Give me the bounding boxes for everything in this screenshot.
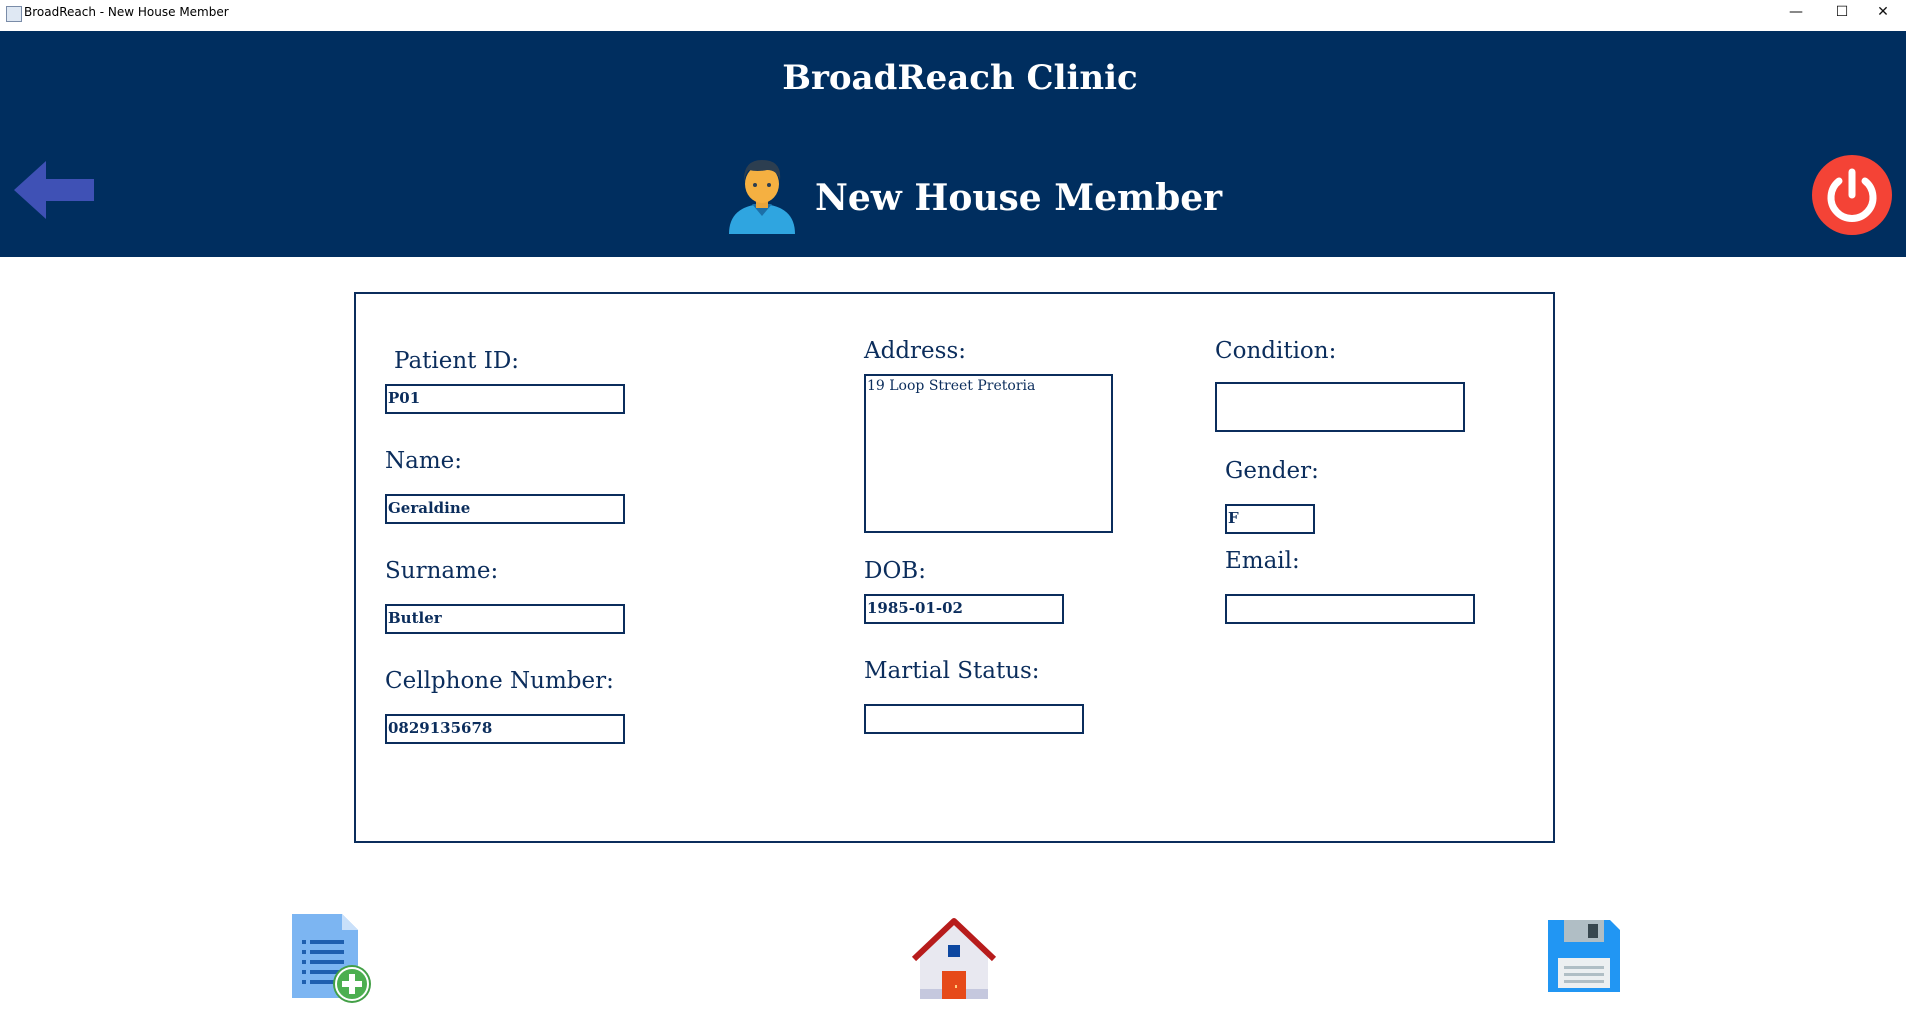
window-title: BroadReach - New House Member: [24, 5, 229, 19]
cellphone-label: Cellphone Number:: [385, 668, 614, 694]
condition-input[interactable]: [1215, 382, 1465, 432]
cellphone-input[interactable]: 0829135678: [385, 714, 625, 744]
back-button[interactable]: [14, 161, 98, 219]
logout-button[interactable]: [1812, 155, 1892, 235]
save-button[interactable]: [1546, 918, 1622, 994]
page-title: New House Member: [815, 177, 1223, 219]
dob-input[interactable]: 1985-01-02: [864, 594, 1064, 624]
marital-status-label: Martial Status:: [864, 658, 1040, 684]
marital-status-input[interactable]: [864, 704, 1084, 734]
surname-label: Surname:: [385, 558, 499, 584]
gender-input[interactable]: F: [1225, 504, 1315, 534]
close-button[interactable]: ✕: [1860, 0, 1906, 26]
surname-input[interactable]: Butler: [385, 604, 625, 634]
person-icon: [727, 154, 797, 234]
gender-label: Gender:: [1225, 458, 1319, 484]
header-banner: BroadReach Clinic New House Member: [0, 31, 1906, 257]
minimize-button[interactable]: —: [1773, 0, 1819, 26]
add-document-icon: [292, 914, 371, 1003]
email-input[interactable]: [1225, 594, 1475, 624]
dob-label: DOB:: [864, 558, 926, 584]
home-button[interactable]: [911, 915, 997, 1001]
back-arrow-icon: [14, 161, 94, 219]
power-icon: [1812, 155, 1892, 235]
name-label: Name:: [385, 448, 463, 474]
patient-id-label: Patient ID:: [394, 348, 520, 374]
email-label: Email:: [1225, 548, 1300, 574]
condition-label: Condition:: [1215, 338, 1337, 364]
address-label: Address:: [864, 338, 967, 364]
member-form: Patient ID: P01 Name: Geraldine Surname:…: [354, 292, 1555, 843]
home-icon: [911, 918, 997, 999]
window-titlebar: BroadReach - New House Member — ☐ ✕: [0, 0, 1906, 31]
app-icon: [6, 6, 22, 22]
maximize-button[interactable]: ☐: [1819, 0, 1865, 26]
name-input[interactable]: Geraldine: [385, 494, 625, 524]
patient-id-input[interactable]: P01: [385, 384, 625, 414]
address-textarea[interactable]: 19 Loop Street Pretoria: [864, 374, 1113, 533]
clinic-title: BroadReach Clinic: [782, 58, 1138, 98]
add-record-button[interactable]: [290, 912, 374, 1004]
floppy-disk-icon: [1548, 920, 1620, 992]
